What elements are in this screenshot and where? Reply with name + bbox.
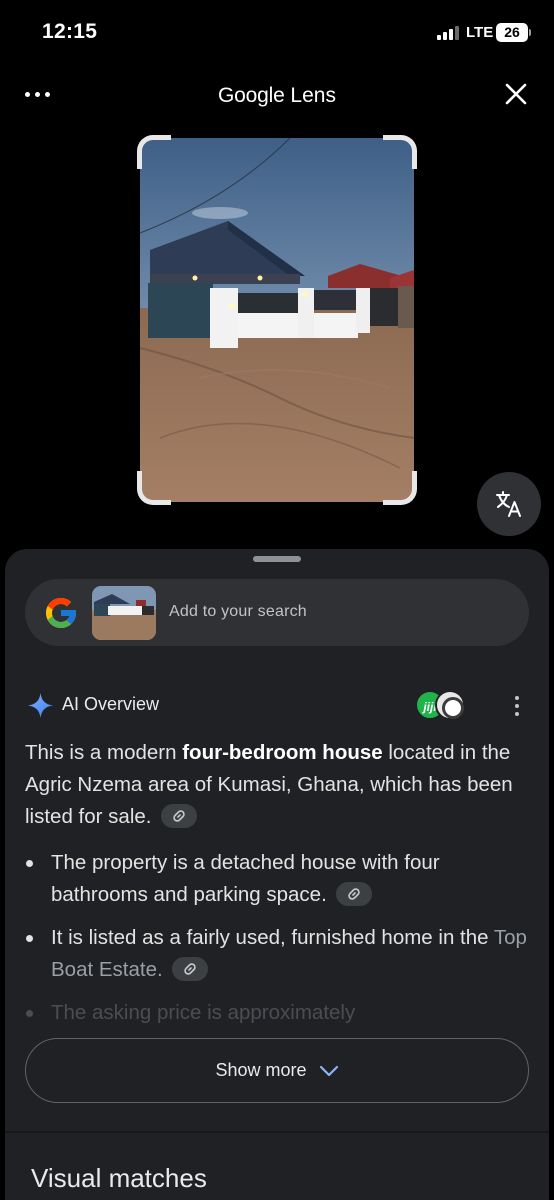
search-image-thumbnail[interactable] (92, 586, 156, 640)
battery-icon: 26 (496, 23, 531, 42)
citation-link-chip[interactable] (336, 881, 373, 906)
kebab-icon (515, 696, 519, 700)
status-bar: 12:15 LTE 26 (0, 0, 554, 68)
sheet-drag-handle[interactable] (253, 556, 301, 562)
citation-link-chip[interactable] (172, 956, 209, 981)
search-bar[interactable]: Add to your search (25, 579, 529, 646)
status-time: 12:15 (42, 20, 98, 43)
ai-overview-header: AI Overview jiji (25, 689, 529, 721)
translate-button[interactable] (477, 472, 541, 536)
summary-text-start: This is a modern (25, 741, 183, 764)
summary-text-bold: four-bedroom house (182, 741, 383, 764)
title-brand: Google (218, 84, 285, 107)
crop-corner-bottom-right[interactable] (383, 471, 417, 505)
visual-matches-heading: Visual matches (31, 1163, 207, 1193)
chevron-down-icon (319, 1065, 338, 1076)
crop-corner-top-right[interactable] (383, 135, 417, 169)
ai-overview-sources[interactable]: jiji (415, 690, 465, 720)
captured-image-frame[interactable] (137, 135, 417, 505)
signal-icon (437, 26, 459, 40)
close-icon (505, 83, 527, 105)
translate-icon (496, 491, 521, 517)
close-button[interactable] (502, 80, 530, 108)
section-divider (5, 1131, 549, 1133)
link-icon (348, 887, 361, 900)
source-favicon (435, 690, 465, 720)
search-placeholder[interactable]: Add to your search (169, 603, 307, 621)
link-icon (173, 809, 185, 822)
page-title: Google Lens (0, 84, 554, 108)
ai-overview-summary: This is a modern four-bedroom house loca… (25, 737, 529, 833)
title-product: Lens (290, 84, 336, 107)
link-icon (184, 962, 197, 975)
network-type: LTE (466, 24, 494, 41)
google-g-icon (46, 598, 76, 628)
show-more-button[interactable]: Show more (25, 1038, 529, 1103)
ai-overview-bullets: The property is a detached house with fo… (25, 847, 529, 1040)
ai-overview-menu-button[interactable] (509, 693, 525, 719)
list-item: The asking price is approximately (25, 997, 529, 1029)
results-sheet[interactable]: Add to your search AI Overview jiji This… (5, 549, 549, 1200)
lens-header: Google Lens (0, 70, 554, 120)
citation-link-chip[interactable] (161, 803, 198, 828)
crop-corner-bottom-left[interactable] (137, 471, 171, 505)
list-item: It is listed as a fairly used, furnished… (25, 922, 529, 986)
captured-house-photo (140, 138, 414, 502)
list-item: The property is a detached house with fo… (25, 847, 529, 911)
sparkle-icon (27, 692, 54, 719)
crop-corner-top-left[interactable] (137, 135, 171, 169)
show-more-label: Show more (215, 1060, 307, 1080)
ai-overview-title: AI Overview (62, 694, 160, 714)
